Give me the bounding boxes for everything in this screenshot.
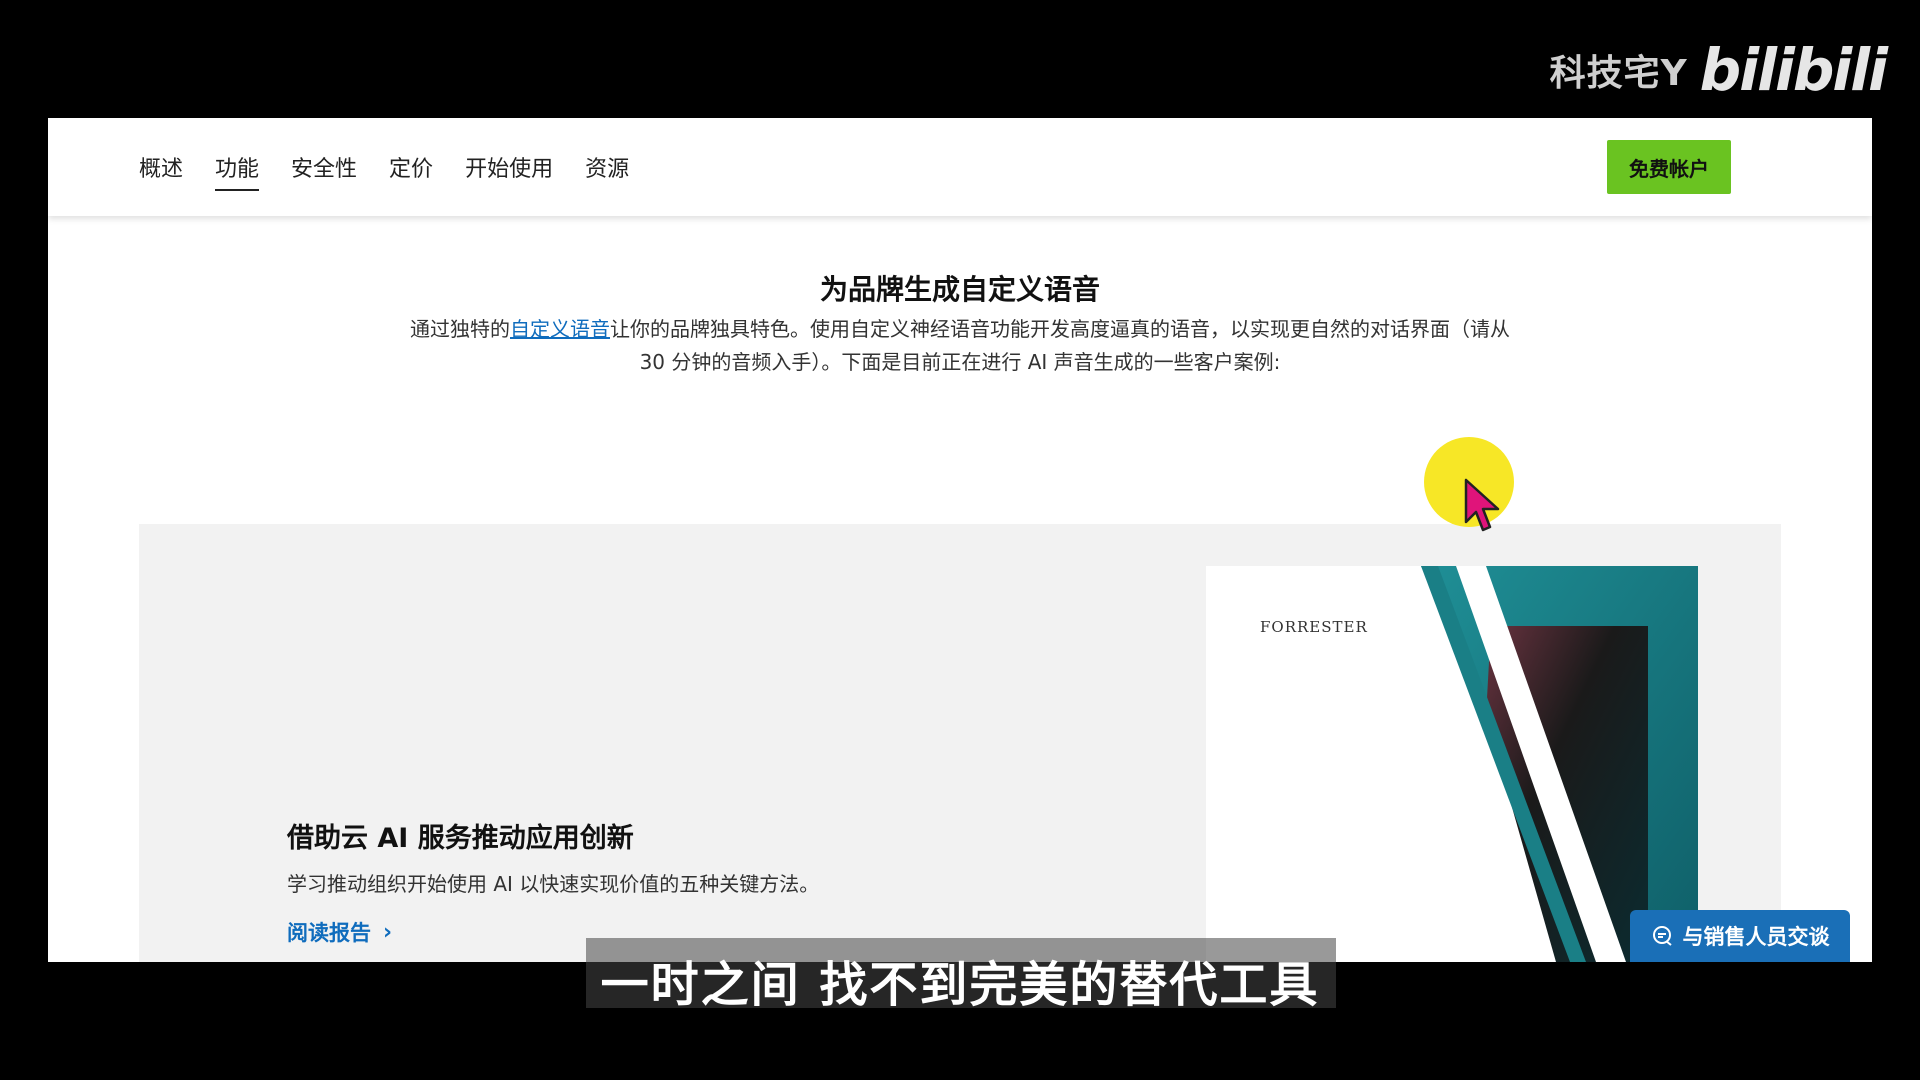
nav-item-overview[interactable]: 概述 <box>139 143 183 191</box>
nav-item-get-started[interactable]: 开始使用 <box>465 143 553 191</box>
top-nav: 概述 功能 安全性 定价 开始使用 资源 免费帐户 <box>48 118 1872 216</box>
webpage: 概述 功能 安全性 定价 开始使用 资源 免费帐户 为品牌生成自定义语音 通过独… <box>48 118 1872 962</box>
read-report-label: 阅读报告 <box>287 921 371 945</box>
section-description: 通过独特的自定义语音让你的品牌独具特色。使用自定义神经语音功能开发高度逼真的语音… <box>408 313 1512 379</box>
custom-voice-link[interactable]: 自定义语音 <box>510 317 610 341</box>
video-subtitle: 一时之间 找不到完美的替代工具 <box>600 957 1320 1013</box>
nav-items: 概述 功能 安全性 定价 开始使用 资源 <box>139 143 629 191</box>
section-title: 为品牌生成自定义语音 <box>819 273 1100 306</box>
chevron-right-icon: › <box>383 919 393 945</box>
read-report-link[interactable]: 阅读报告 › <box>287 917 392 947</box>
forrester-brand: FORRESTER <box>1260 618 1368 636</box>
card-title: 借助云 AI 服务推动应用创新 <box>287 823 634 854</box>
nav-item-security[interactable]: 安全性 <box>291 143 357 191</box>
mouse-pointer-icon <box>1464 478 1500 532</box>
card-description: 学习推动组织开始使用 AI 以快速实现价值的五种关键方法。 <box>287 872 820 896</box>
nav-item-pricing[interactable]: 定价 <box>389 143 433 191</box>
bilibili-watermark: 科技宅Y bilibili <box>1549 36 1888 104</box>
video-frame: 科技宅Y bilibili 概述 功能 安全性 定价 开始使用 资源 免费帐户 … <box>0 0 1920 1080</box>
report-cover-image: FORRESTER <box>1206 566 1698 962</box>
nav-item-resources[interactable]: 资源 <box>585 143 629 191</box>
desc-prefix: 通过独特的 <box>410 317 510 341</box>
bilibili-logo: bilibili <box>1699 36 1888 104</box>
nav-item-features[interactable]: 功能 <box>215 143 260 191</box>
free-account-button[interactable]: 免费帐户 <box>1607 140 1731 194</box>
desc-suffix: 让你的品牌独具特色。使用自定义神经语音功能开发高度逼真的语音，以实现更自然的对话… <box>610 317 1510 374</box>
watermark-author: 科技宅Y <box>1549 53 1688 94</box>
